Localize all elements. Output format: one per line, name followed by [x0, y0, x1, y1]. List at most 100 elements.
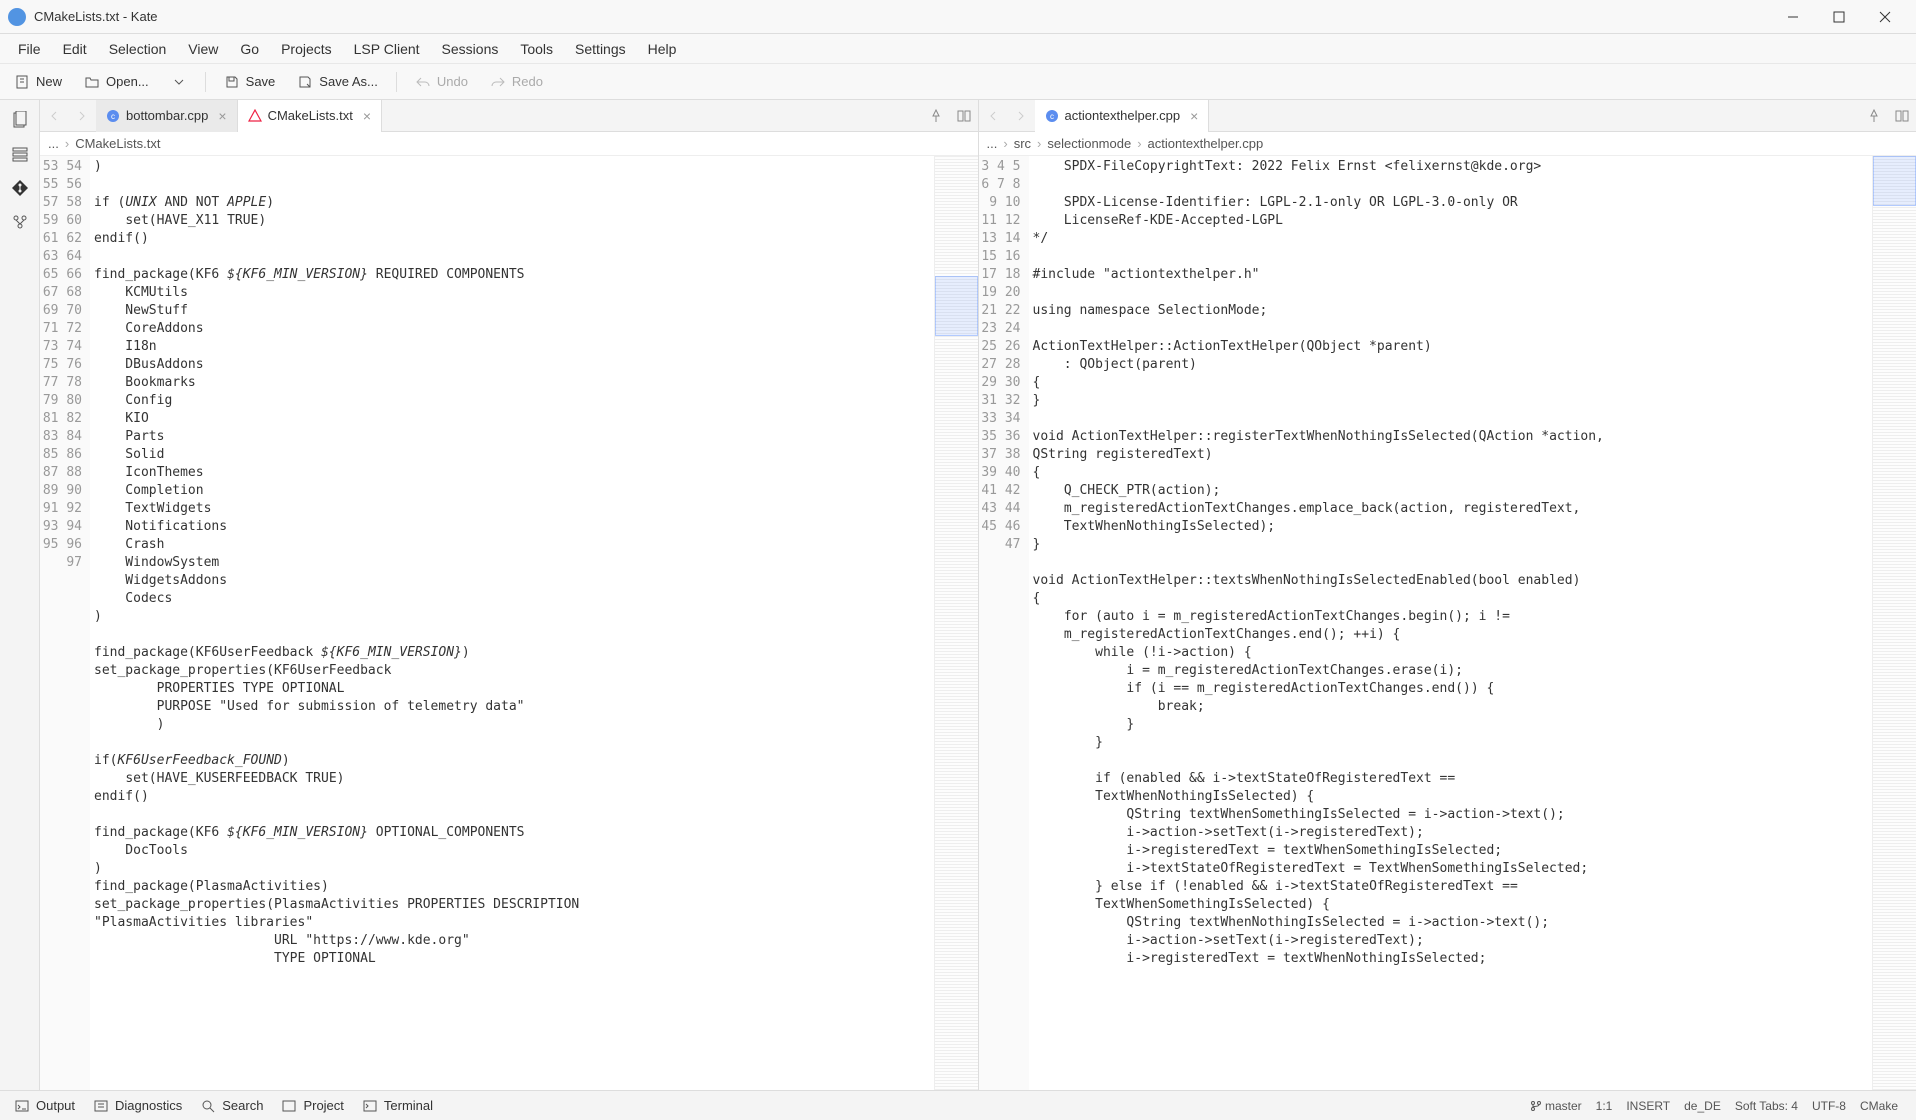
- language-mode[interactable]: CMake: [1860, 1099, 1898, 1113]
- documents-tool-button[interactable]: [2, 104, 38, 136]
- close-button[interactable]: [1862, 0, 1908, 34]
- locale[interactable]: de_DE: [1684, 1099, 1721, 1113]
- output-panel-button[interactable]: Output: [6, 1094, 83, 1118]
- breadcrumb-separator: ›: [1003, 136, 1007, 151]
- toolbar: New Open... Save Save As... Undo Redo: [0, 64, 1916, 100]
- nav-forward[interactable]: [1007, 100, 1035, 132]
- editor-body-left[interactable]: 53 54 55 56 57 58 59 60 61 62 63 64 65 6…: [40, 156, 978, 1090]
- undo-label: Undo: [437, 74, 468, 89]
- symbols-tool-button[interactable]: [2, 206, 38, 238]
- svg-text:c: c: [111, 112, 115, 121]
- project-panel-button[interactable]: Project: [273, 1094, 351, 1118]
- new-file-icon: [14, 74, 30, 90]
- menu-settings[interactable]: Settings: [565, 37, 636, 61]
- main-area: cbottombar.cpp×CMakeLists.txt× ...›CMake…: [0, 100, 1916, 1090]
- undo-button[interactable]: Undo: [407, 70, 476, 94]
- close-icon[interactable]: ×: [1190, 108, 1198, 124]
- terminal-panel-button[interactable]: Terminal: [354, 1094, 441, 1118]
- breadcrumb-segment[interactable]: CMakeLists.txt: [75, 136, 160, 151]
- menu-view[interactable]: View: [178, 37, 228, 61]
- breadcrumb-left[interactable]: ... › CMakeLists.txt: [40, 132, 978, 156]
- editor-pane-right: cactiontexthelper.cpp× ...›src›selection…: [979, 100, 1916, 1090]
- file-icon: [248, 109, 262, 123]
- minimize-button[interactable]: [1770, 0, 1816, 34]
- menu-lsp-client[interactable]: LSP Client: [344, 37, 430, 61]
- split-view: cbottombar.cpp×CMakeLists.txt× ...›CMake…: [40, 100, 1916, 1090]
- menu-projects[interactable]: Projects: [271, 37, 342, 61]
- menu-file[interactable]: File: [8, 37, 51, 61]
- terminal-icon: [362, 1098, 378, 1114]
- menu-tools[interactable]: Tools: [510, 37, 563, 61]
- saveas-icon: [297, 74, 313, 90]
- open-dropdown[interactable]: [163, 70, 195, 94]
- statusbar-right: master 1:1 INSERT de_DE Soft Tabs: 4 UTF…: [1530, 1099, 1910, 1113]
- new-label: New: [36, 74, 62, 89]
- breadcrumb-separator: ›: [1137, 136, 1141, 151]
- breadcrumb-separator: ›: [65, 136, 69, 151]
- redo-icon: [490, 74, 506, 90]
- maximize-button[interactable]: [1816, 0, 1862, 34]
- split-view-button[interactable]: [950, 100, 978, 132]
- tab-actiontexthelper-cpp[interactable]: cactiontexthelper.cpp×: [1035, 100, 1210, 132]
- branch-name: master: [1545, 1099, 1582, 1113]
- nav-back[interactable]: [979, 100, 1007, 132]
- encoding[interactable]: UTF-8: [1812, 1099, 1846, 1113]
- breadcrumb-segment[interactable]: src: [1014, 136, 1031, 151]
- breadcrumb-segment[interactable]: selectionmode: [1047, 136, 1131, 151]
- diagnostics-label: Diagnostics: [115, 1098, 182, 1113]
- nav-forward[interactable]: [68, 100, 96, 132]
- quick-open-button[interactable]: [922, 100, 950, 132]
- search-panel-button[interactable]: Search: [192, 1094, 271, 1118]
- tab-bar-left: cbottombar.cpp×CMakeLists.txt×: [40, 100, 978, 132]
- left-tool-rail: [0, 100, 40, 1090]
- saveas-button[interactable]: Save As...: [289, 70, 386, 94]
- breadcrumb-segment[interactable]: actiontexthelper.cpp: [1148, 136, 1264, 151]
- breadcrumb-separator: ›: [1037, 136, 1041, 151]
- minimap-left[interactable]: [934, 156, 978, 1090]
- gutter-left: 53 54 55 56 57 58 59 60 61 62 63 64 65 6…: [40, 156, 90, 1090]
- code-right[interactable]: SPDX-FileCopyrightText: 2022 Felix Ernst…: [1029, 156, 1873, 1090]
- indent-setting[interactable]: Soft Tabs: 4: [1735, 1099, 1798, 1113]
- git-branch-indicator[interactable]: master: [1530, 1099, 1582, 1113]
- menu-help[interactable]: Help: [638, 37, 687, 61]
- save-button[interactable]: Save: [216, 70, 284, 94]
- redo-label: Redo: [512, 74, 543, 89]
- minimap-right[interactable]: [1872, 156, 1916, 1090]
- breadcrumb-segment[interactable]: ...: [48, 136, 59, 151]
- menu-selection[interactable]: Selection: [99, 37, 177, 61]
- menu-sessions[interactable]: Sessions: [432, 37, 509, 61]
- editor-body-right[interactable]: 3 4 5 6 7 8 9 10 11 12 13 14 15 16 17 18…: [979, 156, 1916, 1090]
- code-left[interactable]: ) if (UNIX AND NOT APPLE) set(HAVE_X11 T…: [90, 156, 934, 1090]
- open-button[interactable]: Open...: [76, 70, 157, 94]
- diagnostics-panel-button[interactable]: Diagnostics: [85, 1094, 190, 1118]
- redo-button[interactable]: Redo: [482, 70, 551, 94]
- cursor-position[interactable]: 1:1: [1596, 1099, 1613, 1113]
- breadcrumb-segment[interactable]: ...: [987, 136, 998, 151]
- saveas-label: Save As...: [319, 74, 378, 89]
- open-label: Open...: [106, 74, 149, 89]
- close-icon[interactable]: ×: [363, 108, 371, 124]
- new-button[interactable]: New: [6, 70, 70, 94]
- breadcrumb-right[interactable]: ... › src › selectionmode › actiontexthelper.c…: [979, 132, 1916, 156]
- file-icon: c: [1045, 109, 1059, 123]
- quick-open-button[interactable]: [1860, 100, 1888, 132]
- statusbar: Output Diagnostics Search Project Termin…: [0, 1090, 1916, 1120]
- tab-bottombar-cpp[interactable]: cbottombar.cpp×: [96, 100, 238, 132]
- insert-mode[interactable]: INSERT: [1626, 1099, 1670, 1113]
- git-tool-button[interactable]: [2, 172, 38, 204]
- gutter-right: 3 4 5 6 7 8 9 10 11 12 13 14 15 16 17 18…: [979, 156, 1029, 1090]
- nav-back[interactable]: [40, 100, 68, 132]
- window-title: CMakeLists.txt - Kate: [34, 9, 158, 24]
- terminal-label: Terminal: [384, 1098, 433, 1113]
- menu-go[interactable]: Go: [230, 37, 269, 61]
- menu-edit[interactable]: Edit: [53, 37, 97, 61]
- editor-pane-left: cbottombar.cpp×CMakeLists.txt× ...›CMake…: [40, 100, 979, 1090]
- file-icon: c: [106, 109, 120, 123]
- tab-CMakeLists-txt[interactable]: CMakeLists.txt×: [238, 100, 382, 132]
- split-view-button[interactable]: [1888, 100, 1916, 132]
- svg-text:c: c: [1050, 112, 1054, 121]
- menubar: FileEditSelectionViewGoProjectsLSP Clien…: [0, 34, 1916, 64]
- projects-tool-button[interactable]: [2, 138, 38, 170]
- search-icon: [200, 1098, 216, 1114]
- close-icon[interactable]: ×: [218, 108, 226, 124]
